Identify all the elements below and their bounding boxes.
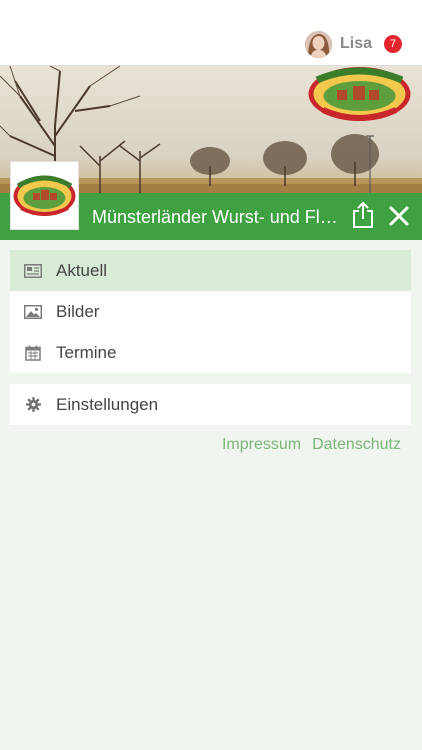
share-icon[interactable]	[350, 201, 376, 229]
share-button[interactable]	[350, 201, 376, 229]
notification-badge[interactable]: 7	[384, 35, 402, 53]
user-name[interactable]: Lisa	[340, 35, 372, 53]
gear-icon	[24, 396, 42, 414]
top-bar: Lisa 7	[0, 0, 422, 66]
newspaper-icon	[24, 262, 42, 280]
avatar[interactable]	[304, 30, 332, 58]
main-menu: Aktuell Bilder Termine	[10, 250, 411, 373]
close-button[interactable]	[388, 205, 410, 227]
footer-links: Impressum Datenschutz	[222, 436, 401, 454]
menu-item-einstellungen[interactable]: Einstellungen	[10, 384, 411, 425]
brand-logo-icon	[308, 67, 411, 121]
settings-card: Einstellungen	[10, 384, 411, 425]
menu-item-label: Einstellungen	[56, 394, 159, 414]
impressum-link[interactable]: Impressum	[222, 436, 301, 454]
menu-item-label: Termine	[56, 342, 117, 362]
datenschutz-link[interactable]: Datenschutz	[312, 436, 401, 454]
calendar-icon	[24, 344, 42, 362]
close-icon[interactable]	[388, 205, 410, 227]
menu-item-label: Aktuell	[56, 260, 108, 280]
menu-item-aktuell[interactable]: Aktuell	[10, 250, 411, 291]
menu-item-bilder[interactable]: Bilder	[10, 291, 411, 332]
menu-item-label: Bilder	[56, 301, 100, 321]
company-logo	[10, 161, 79, 230]
user-profile[interactable]: Lisa 7	[304, 30, 402, 58]
page-title: Münsterländer Wurst- und Fle...	[92, 207, 344, 227]
image-icon	[24, 303, 42, 321]
menu-item-termine[interactable]: Termine	[10, 332, 411, 373]
